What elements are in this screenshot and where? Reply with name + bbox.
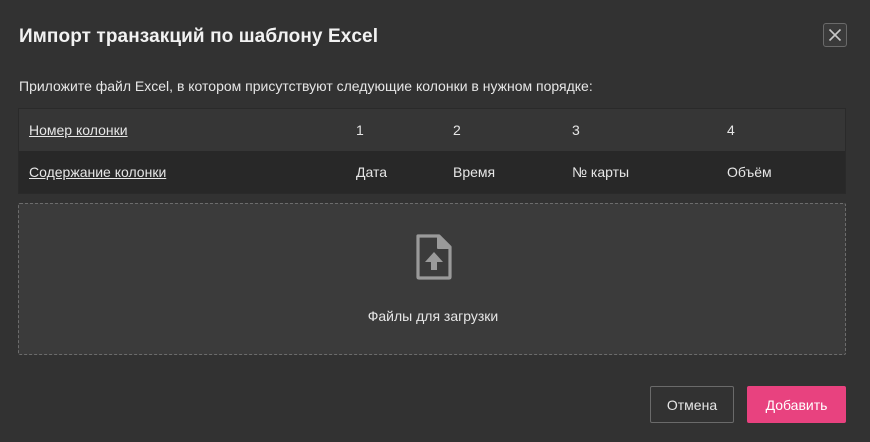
table-cell: 3 — [572, 122, 580, 138]
row-label-column-number[interactable]: Номер колонки — [29, 122, 128, 138]
import-dialog: Импорт транзакций по шаблону Excel Прило… — [0, 0, 870, 442]
table-cell: Объём — [727, 164, 772, 180]
table-row-column-content: Содержание колонки Дата Время № карты Об… — [19, 151, 845, 193]
file-upload-icon — [416, 234, 452, 280]
table-cell: 4 — [727, 122, 735, 138]
table-cell: Время — [453, 164, 496, 180]
dialog-title: Импорт транзакций по шаблону Excel — [19, 26, 379, 47]
file-dropzone[interactable]: Файлы для загрузки — [18, 203, 846, 355]
close-icon — [828, 28, 842, 42]
dropzone-label: Файлы для загрузки — [367, 308, 499, 324]
cancel-button[interactable]: Отмена — [650, 386, 734, 423]
add-button[interactable]: Добавить — [747, 386, 846, 423]
table-cell: Дата — [356, 164, 388, 180]
row-label-column-content[interactable]: Содержание колонки — [29, 164, 166, 180]
table-cell: № карты — [572, 164, 630, 180]
columns-table: Номер колонки 1 2 3 4 Содержание колонки… — [18, 108, 846, 194]
close-button[interactable] — [823, 23, 847, 47]
table-cell: 2 — [453, 122, 461, 138]
table-row-column-number: Номер колонки 1 2 3 4 — [19, 109, 845, 151]
table-cell: 1 — [356, 122, 364, 138]
instruction-text: Приложите файл Excel, в котором присутст… — [19, 78, 593, 94]
